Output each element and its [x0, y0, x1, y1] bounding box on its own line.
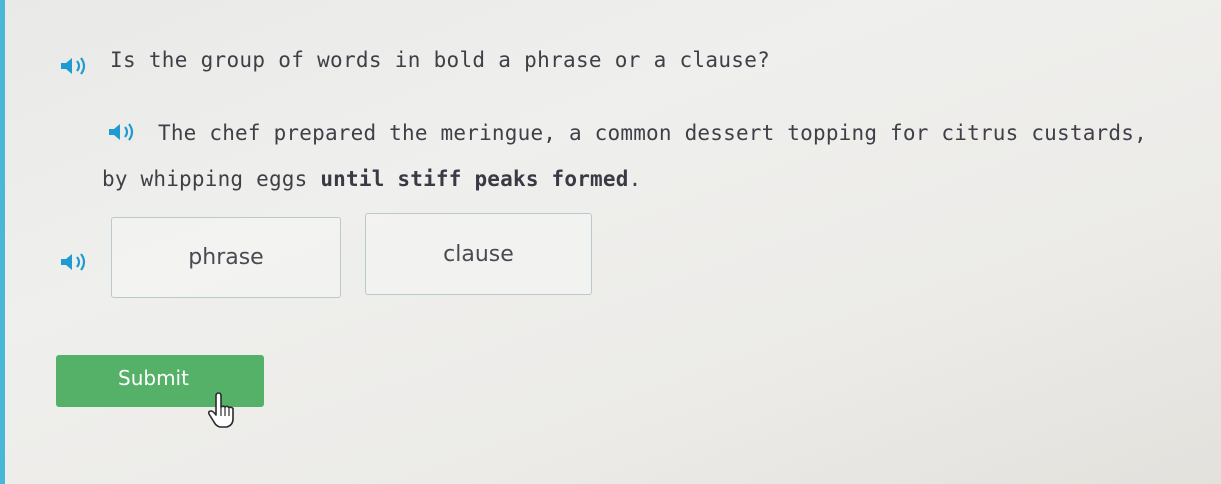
- example-sentence: The chef prepared the meringue, a common…: [102, 110, 1182, 202]
- submit-label: Submit: [118, 366, 189, 390]
- question-speaker-icon[interactable]: [58, 54, 94, 78]
- pointer-hand-icon: [204, 392, 240, 430]
- question-text: Is the group of words in bold a phrase o…: [110, 48, 771, 72]
- choice-phrase-button[interactable]: phrase: [111, 217, 341, 298]
- choices-speaker-icon[interactable]: [58, 250, 94, 274]
- choice-clause-button[interactable]: clause: [365, 213, 592, 295]
- left-accent-rule: [0, 0, 5, 484]
- sentence-end-punctuation: .: [628, 167, 642, 191]
- choice-phrase-label: phrase: [188, 245, 264, 270]
- sentence-bold-text: until stiff peaks formed: [320, 167, 629, 191]
- choice-clause-label: clause: [443, 241, 514, 267]
